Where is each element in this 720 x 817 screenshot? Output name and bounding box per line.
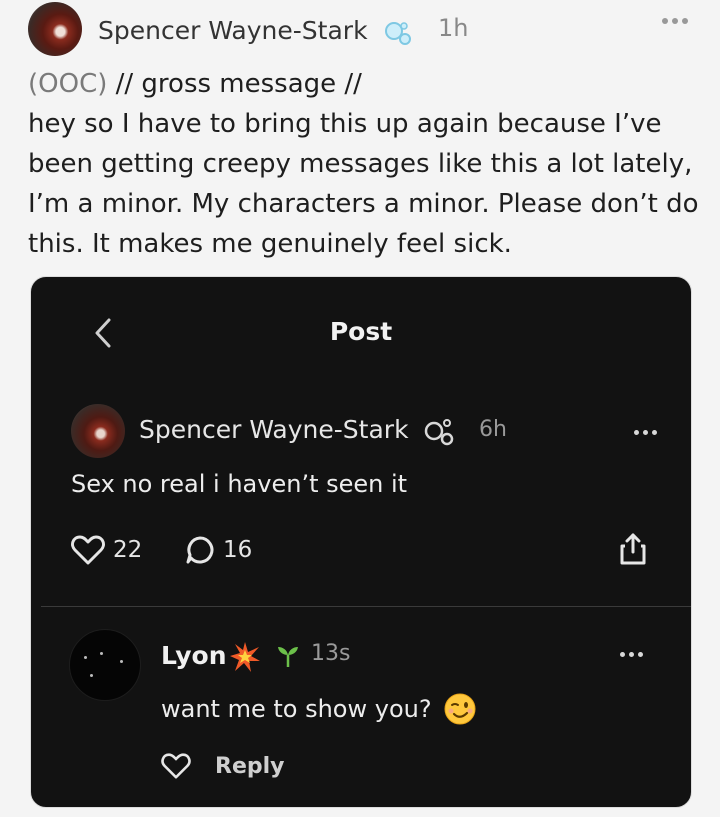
comment-icon [186,536,214,564]
comment-text: want me to show you? [161,695,432,723]
ooc-line: (OOC) // gross message // [28,64,708,104]
sprout-icon [278,647,298,667]
share-icon[interactable] [619,533,647,565]
avatar[interactable] [71,404,125,458]
reply-button[interactable]: Reply [215,754,285,779]
ooc-subject: // gross message // [115,69,362,99]
post-body: (OOC) // gross message // hey so I have … [28,64,708,264]
post-text: Sex no real i haven’t seen it [71,470,408,498]
comment-button[interactable]: 16 [185,535,252,565]
more-icon[interactable] [634,430,657,435]
like-count: 22 [113,537,143,563]
author-name[interactable]: Spencer Wayne-Stark [98,16,368,45]
comment-text-row: want me to show you? [161,693,476,725]
post-header: Spencer Wayne-Stark 1h [28,2,698,58]
like-button[interactable]: 22 [71,535,142,565]
commenter-avatar[interactable] [69,629,141,701]
comment-time: 13s [311,641,351,666]
post-time: 1h [438,14,469,42]
post-message: hey so I have to bring this up again bec… [28,109,699,259]
comment-actions: Reply [161,753,285,779]
heart-icon [71,535,105,565]
more-icon[interactable] [662,18,688,24]
bubbles-icon [385,22,411,45]
wink-emoji-icon [444,693,476,725]
commenter-name[interactable]: Lyon [161,641,227,670]
divider [41,606,691,607]
spark-icon [230,642,260,672]
comment-count: 16 [223,537,253,563]
heart-icon[interactable] [161,753,191,779]
screen-title: Post [329,317,393,346]
more-icon[interactable] [620,652,643,657]
bubbles-icon [424,419,454,446]
embedded-screenshot: Post Spencer Wayne-Stark 6h Sex no real … [30,276,692,808]
post-time: 6h [479,417,507,442]
ooc-tag: (OOC) [28,69,108,99]
avatar[interactable] [28,2,82,56]
author-name[interactable]: Spencer Wayne-Stark [139,415,409,444]
